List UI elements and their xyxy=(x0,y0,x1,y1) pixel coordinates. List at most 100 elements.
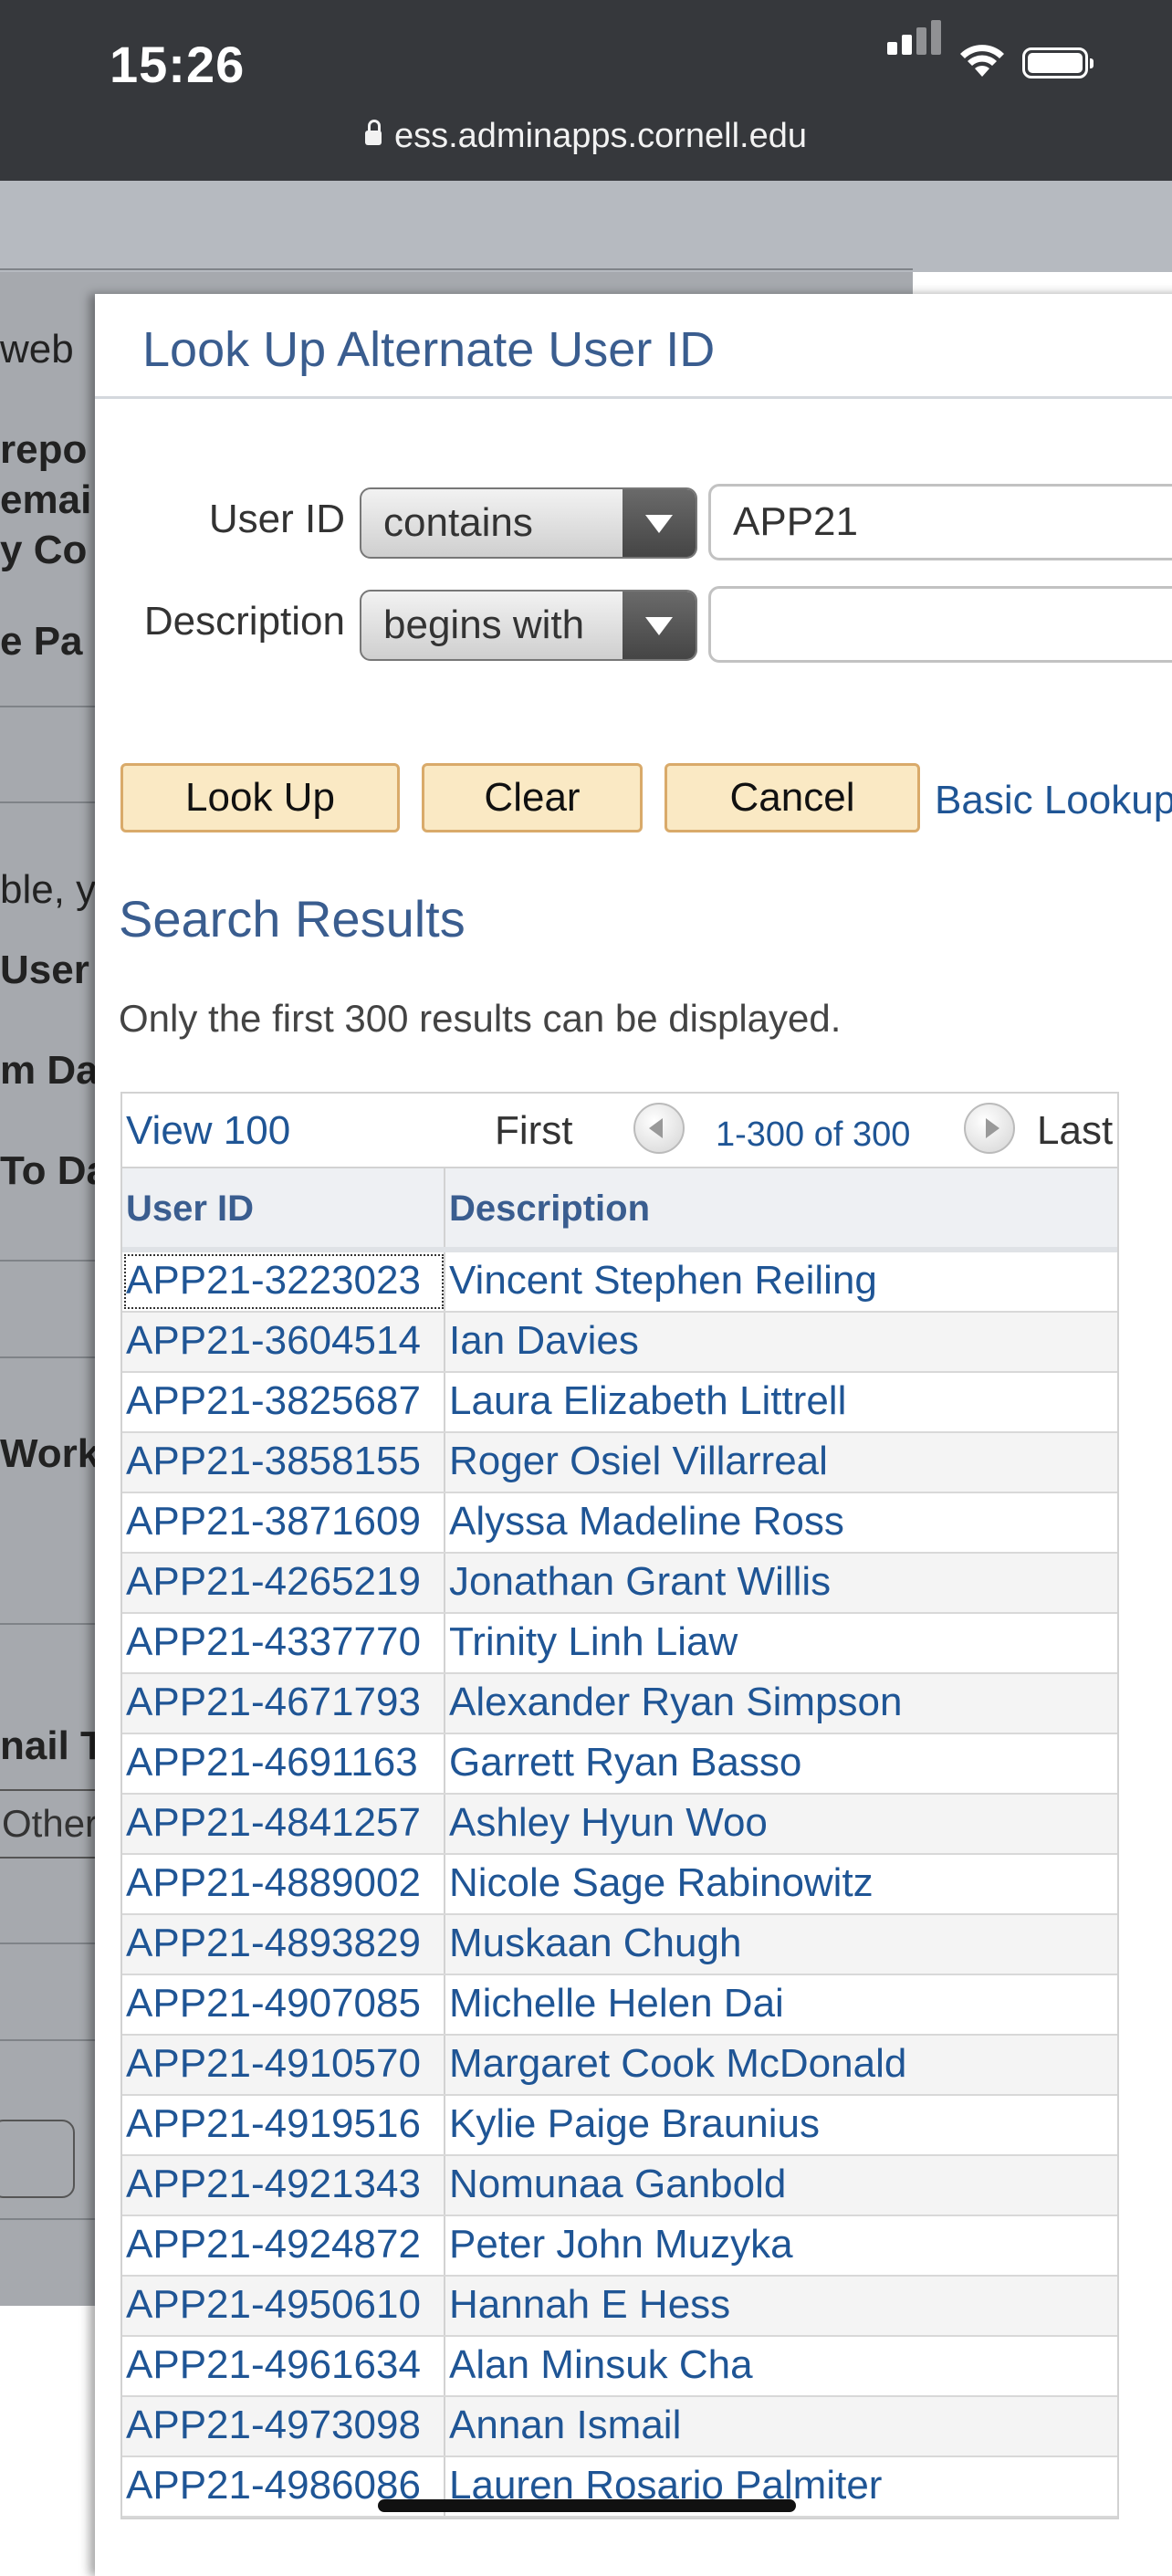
table-row[interactable]: APP21-4973098 Annan Ismail xyxy=(122,2397,1117,2457)
table-row[interactable]: APP21-4907085 Michelle Helen Dai xyxy=(122,1975,1117,2036)
look-up-button[interactable]: Look Up xyxy=(120,763,400,832)
basic-lookup-link[interactable]: Basic Lookup xyxy=(935,778,1172,823)
first-label: First xyxy=(495,1108,573,1153)
background-button: Other xyxy=(0,1789,104,1859)
description-cell[interactable]: Garrett Ryan Basso xyxy=(445,1734,1117,1793)
description-cell[interactable]: Hannah E Hess xyxy=(445,2277,1117,2335)
bg-fragment: To Da xyxy=(0,1148,109,1193)
table-row[interactable]: APP21-4889002 Nicole Sage Rabinowitz xyxy=(122,1855,1117,1915)
user-id-cell[interactable]: APP21-4337770 xyxy=(122,1614,445,1672)
description-cell[interactable]: Muskaan Chugh xyxy=(445,1915,1117,1974)
user-id-cell[interactable]: APP21-3223023 xyxy=(122,1252,445,1311)
status-bar: 15:26 ess.adminapps.cornell.edu xyxy=(0,0,1172,181)
user-id-cell[interactable]: APP21-4841257 xyxy=(122,1795,445,1853)
background-header-band xyxy=(0,181,1172,272)
description-input[interactable] xyxy=(708,586,1172,663)
table-row[interactable]: APP21-4691163 Garrett Ryan Basso xyxy=(122,1734,1117,1795)
results-note: Only the first 300 results can be displa… xyxy=(119,997,842,1040)
user-id-cell[interactable]: APP21-3825687 xyxy=(122,1373,445,1431)
description-cell[interactable]: Jonathan Grant Willis xyxy=(445,1554,1117,1612)
chevron-down-icon[interactable] xyxy=(623,489,696,557)
description-label: Description xyxy=(143,599,345,644)
previous-page-icon[interactable] xyxy=(633,1103,685,1154)
description-operator-select[interactable]: begins with xyxy=(360,590,697,661)
table-row[interactable]: APP21-4950610 Hannah E Hess xyxy=(122,2277,1117,2337)
modal-divider xyxy=(95,396,1172,399)
user-id-cell[interactable]: APP21-3858155 xyxy=(122,1433,445,1492)
description-cell[interactable]: Margaret Cook McDonald xyxy=(445,2036,1117,2094)
description-cell[interactable]: Ashley Hyun Woo xyxy=(445,1795,1117,1853)
user-id-cell[interactable]: APP21-3604514 xyxy=(122,1313,445,1371)
description-cell[interactable]: Laura Elizabeth Littrell xyxy=(445,1373,1117,1431)
description-cell[interactable]: Annan Ismail xyxy=(445,2397,1117,2456)
table-row[interactable]: APP21-3858155 Roger Osiel Villarreal xyxy=(122,1433,1117,1493)
grid-rows: APP21-3223023 Vincent Stephen Reiling APP2… xyxy=(122,1252,1117,2518)
bg-fragment: Work xyxy=(0,1431,100,1476)
table-row[interactable]: APP21-4671793 Alexander Ryan Simpson xyxy=(122,1674,1117,1734)
table-row[interactable]: APP21-4337770 Trinity Linh Liaw xyxy=(122,1614,1117,1674)
user-id-cell[interactable]: APP21-4924872 xyxy=(122,2216,445,2275)
table-row[interactable]: APP21-3825687 Laura Elizabeth Littrell xyxy=(122,1373,1117,1433)
user-id-cell[interactable]: APP21-4265219 xyxy=(122,1554,445,1612)
results-grid: View 100 First 1-300 of 300 Last User ID… xyxy=(120,1092,1119,2519)
description-cell[interactable]: Nicole Sage Rabinowitz xyxy=(445,1855,1117,1913)
description-cell[interactable]: Michelle Helen Dai xyxy=(445,1975,1117,2034)
description-cell[interactable]: Alexander Ryan Simpson xyxy=(445,1674,1117,1733)
user-id-cell[interactable]: APP21-4961634 xyxy=(122,2337,445,2395)
description-cell[interactable]: Ian Davies xyxy=(445,1313,1117,1371)
clear-button[interactable]: Clear xyxy=(422,763,643,832)
table-row[interactable]: APP21-3604514 Ian Davies xyxy=(122,1313,1117,1373)
input-value: APP21 xyxy=(733,499,858,544)
user-id-cell[interactable]: APP21-4907085 xyxy=(122,1975,445,2034)
user-id-cell[interactable]: APP21-4910570 xyxy=(122,2036,445,2094)
table-row[interactable]: APP21-4893829 Muskaan Chugh xyxy=(122,1915,1117,1975)
description-cell[interactable]: Kylie Paige Braunius xyxy=(445,2096,1117,2154)
chevron-down-icon[interactable] xyxy=(623,592,696,659)
column-header-user-id[interactable]: User ID xyxy=(122,1168,445,1247)
cancel-button[interactable]: Cancel xyxy=(664,763,920,832)
user-id-label: User ID xyxy=(208,497,345,541)
description-cell[interactable]: Alan Minsuk Cha xyxy=(445,2337,1117,2395)
user-id-operator-select[interactable]: contains xyxy=(360,487,697,559)
table-row[interactable]: APP21-4265219 Jonathan Grant Willis xyxy=(122,1554,1117,1614)
user-id-cell[interactable]: APP21-4973098 xyxy=(122,2397,445,2456)
table-row[interactable]: APP21-4919516 Kylie Paige Braunius xyxy=(122,2096,1117,2156)
bg-fragment: e Pa xyxy=(0,619,83,664)
select-value: contains xyxy=(383,500,533,545)
description-cell[interactable]: Nomunaa Ganbold xyxy=(445,2156,1117,2215)
table-row[interactable]: APP21-4910570 Margaret Cook McDonald xyxy=(122,2036,1117,2096)
table-row[interactable]: APP21-4924872 Peter John Muzyka xyxy=(122,2216,1117,2277)
user-id-input[interactable]: APP21 xyxy=(708,484,1172,560)
description-cell[interactable]: Alyssa Madeline Ross xyxy=(445,1493,1117,1552)
home-indicator[interactable] xyxy=(378,2499,796,2512)
description-cell[interactable]: Vincent Stephen Reiling xyxy=(445,1252,1117,1311)
bg-fragment: User xyxy=(0,948,89,992)
user-id-cell[interactable]: APP21-4950610 xyxy=(122,2277,445,2335)
lookup-modal: Look Up Alternate User ID User ID contai… xyxy=(95,294,1172,2576)
row-range: 1-300 of 300 xyxy=(716,1115,911,1154)
bg-fragment: repo xyxy=(0,427,88,472)
description-cell[interactable]: Peter John Muzyka xyxy=(445,2216,1117,2275)
table-row[interactable]: APP21-3223023 Vincent Stephen Reiling xyxy=(122,1252,1117,1313)
table-row[interactable]: APP21-4841257 Ashley Hyun Woo xyxy=(122,1795,1117,1855)
view-100-link[interactable]: View 100 xyxy=(126,1108,290,1154)
user-id-cell[interactable]: APP21-4919516 xyxy=(122,2096,445,2154)
table-row[interactable]: APP21-4921343 Nomunaa Ganbold xyxy=(122,2156,1117,2216)
table-row[interactable]: APP21-3871609 Alyssa Madeline Ross xyxy=(122,1493,1117,1554)
description-cell[interactable]: Roger Osiel Villarreal xyxy=(445,1433,1117,1492)
user-id-cell[interactable]: APP21-4671793 xyxy=(122,1674,445,1733)
address-bar[interactable]: ess.adminapps.cornell.edu xyxy=(0,117,1172,156)
background-input xyxy=(0,2120,75,2198)
bg-fragment: m Da xyxy=(0,1048,99,1093)
user-id-cell[interactable]: APP21-3871609 xyxy=(122,1493,445,1552)
column-header-description[interactable]: Description xyxy=(445,1168,1117,1247)
bg-fragment: ble, y xyxy=(0,867,97,912)
user-id-cell[interactable]: APP21-4889002 xyxy=(122,1855,445,1913)
user-id-cell[interactable]: APP21-4921343 xyxy=(122,2156,445,2215)
next-page-icon[interactable] xyxy=(964,1103,1015,1154)
user-id-cell[interactable]: APP21-4893829 xyxy=(122,1915,445,1974)
description-cell[interactable]: Trinity Linh Liaw xyxy=(445,1614,1117,1672)
user-id-cell[interactable]: APP21-4691163 xyxy=(122,1734,445,1793)
select-value: begins with xyxy=(383,602,585,647)
table-row[interactable]: APP21-4961634 Alan Minsuk Cha xyxy=(122,2337,1117,2397)
